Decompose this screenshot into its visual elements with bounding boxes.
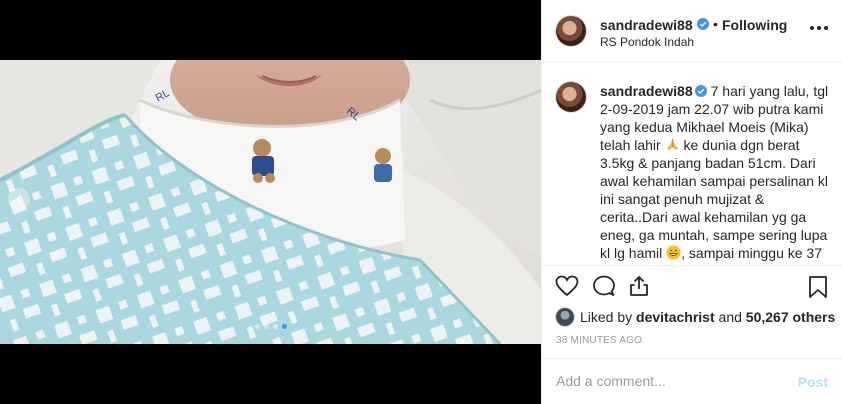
likes-summary: Liked by devitachrist and 50,267 others xyxy=(556,307,835,327)
verified-icon xyxy=(694,85,707,97)
comment-bar: Post xyxy=(542,358,842,404)
praying-hands-emoji xyxy=(666,138,678,151)
likes-count-link[interactable]: 50,267 others xyxy=(746,309,836,325)
carousel-dot xyxy=(254,324,260,329)
author-username-link[interactable]: sandradewi88 xyxy=(600,17,693,33)
carousel-dot xyxy=(272,324,278,329)
likes-prefix: Liked by xyxy=(580,309,633,325)
baby-photo-illustration: RL RL xyxy=(0,60,541,344)
post-side-panel: sandradewi88 • Following RS Pondok Indah… xyxy=(541,0,842,404)
carousel-dot-active xyxy=(281,324,287,329)
following-button[interactable]: Following xyxy=(722,17,787,33)
post-caption: sandradewi88 7 hari yang lalu, tgl 2-09-2… xyxy=(600,82,830,265)
more-options-icon[interactable] xyxy=(810,20,828,36)
liker-avatar xyxy=(556,308,574,326)
comment-input[interactable] xyxy=(556,372,776,390)
likes-and: and xyxy=(718,309,742,325)
post-comment-button[interactable]: Post xyxy=(798,374,828,390)
post-header: sandradewi88 • Following RS Pondok Indah xyxy=(542,0,842,62)
caption-section: sandradewi88 7 hari yang lalu, tgl 2-09-2… xyxy=(542,62,842,266)
post-timestamp[interactable]: 38 MINUTES AGO xyxy=(556,335,642,346)
caption-text: ke dunia dgn berat 3.5kg & panjang badan… xyxy=(600,137,829,261)
carousel-indicator xyxy=(0,324,541,329)
post-photo[interactable]: RL RL xyxy=(0,60,541,344)
post-media-pane: RL RL xyxy=(0,0,541,404)
heart-icon[interactable] xyxy=(555,275,579,297)
post-action-bar xyxy=(542,266,842,306)
share-icon[interactable] xyxy=(628,275,650,297)
header-separator: • xyxy=(713,16,718,32)
chevron-left-icon xyxy=(15,194,22,204)
grinning-emoji xyxy=(666,245,681,260)
liker-username-link[interactable]: devitachrist xyxy=(636,309,715,325)
carousel-dot xyxy=(263,324,269,329)
carousel-prev-button[interactable] xyxy=(8,188,30,210)
verified-icon xyxy=(697,18,709,30)
author-avatar[interactable] xyxy=(556,16,586,46)
comment-icon[interactable] xyxy=(592,275,616,297)
bookmark-icon[interactable] xyxy=(808,275,828,299)
post-location-link[interactable]: RS Pondok Indah xyxy=(600,35,694,49)
caption-username-link[interactable]: sandradewi88 xyxy=(600,83,693,99)
caption-author-avatar[interactable] xyxy=(556,82,586,112)
